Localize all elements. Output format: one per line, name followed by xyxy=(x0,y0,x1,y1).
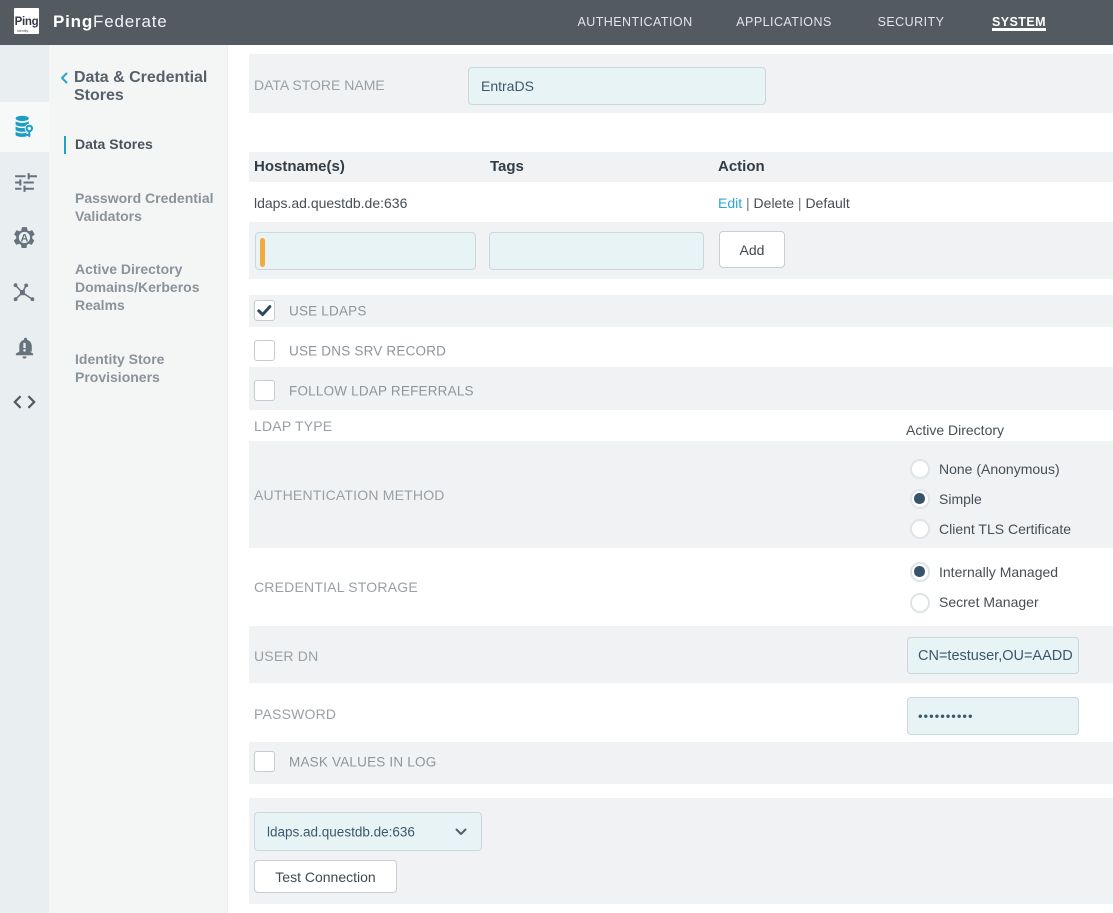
svg-text:A: A xyxy=(20,232,28,244)
